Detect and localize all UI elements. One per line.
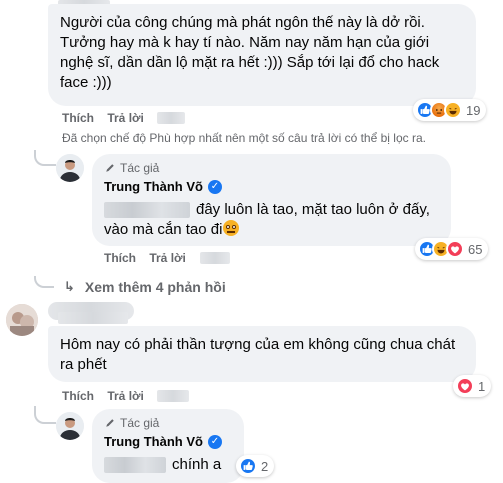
author-name-text[interactable]: Trung Thành Võ (104, 179, 203, 194)
reply-line-2: vào mà cắn tao đi (104, 221, 223, 238)
love-icon (446, 240, 464, 258)
reply-text: đây luôn là tao, mặt tao luôn ở đấy, vào… (104, 200, 444, 240)
comment-text: Hôm nay có phải thần tượng của em không … (60, 336, 456, 373)
see-more-replies-link[interactable]: ↳ Xem thêm 4 phản hồi (64, 279, 226, 295)
filter-notice: Đã chọn chế độ Phù hợp nhất nên một số c… (62, 131, 426, 145)
thread-line (34, 276, 54, 288)
love-icon (456, 377, 474, 395)
blurred-commenter-name (58, 312, 128, 324)
blurred-mention (104, 457, 166, 474)
reaction-summary-3[interactable]: 1 (453, 375, 492, 397)
reply-bubble-2: Tác giả Trung Thành Võ ✓ chính a (92, 409, 244, 483)
author-badge: Tác giả (104, 161, 159, 175)
reaction-count: 19 (466, 102, 481, 118)
author-name[interactable]: Trung Thành Võ ✓ (104, 179, 222, 194)
comment-actions-1: Thích Trả lời (62, 111, 154, 125)
verified-check-icon: ✓ (207, 179, 222, 194)
author-badge: Tác giả (104, 416, 159, 430)
grimace-emoji-icon (223, 220, 240, 236)
author-tag-label: Tác giả (120, 416, 160, 430)
pen-icon (106, 164, 114, 172)
reaction-summary-1[interactable]: 19 (413, 99, 487, 121)
reply-line: chính a (172, 456, 222, 473)
reaction-summary-4[interactable]: 2 (236, 455, 275, 477)
verified-check-icon: ✓ (207, 434, 222, 449)
reply-text: chính a (104, 455, 221, 475)
reaction-summary-2[interactable]: 65 (415, 238, 489, 260)
like-button[interactable]: Thích (62, 111, 94, 125)
comment-bubble-2: Hôm nay có phải thần tượng của em không … (48, 326, 476, 382)
reply-bubble-1: Tác giả Trung Thành Võ ✓ đây luôn là tao… (92, 154, 451, 246)
reaction-count: 1 (478, 378, 486, 394)
thread-line (34, 406, 56, 424)
reply-line-1: đây luôn là tao, mặt tao luôn ở đấy, (196, 201, 430, 218)
reply-button[interactable]: Trả lời (107, 111, 144, 125)
reaction-count: 2 (261, 458, 269, 474)
like-button[interactable]: Thích (62, 389, 94, 403)
blurred-timestamp (157, 390, 189, 402)
like-icon (239, 457, 257, 475)
comment-actions-2: Thích Trả lời (62, 389, 154, 403)
author-tag-label: Tác giả (120, 161, 160, 175)
reply-actions-1: Thích Trả lời (104, 251, 196, 265)
thread-line (34, 150, 56, 166)
author-name[interactable]: Trung Thành Võ ✓ (104, 434, 222, 449)
reply-arrow-icon: ↳ (64, 279, 75, 294)
avatar[interactable] (6, 304, 38, 336)
reply-button[interactable]: Trả lời (149, 251, 186, 265)
haha-icon (444, 101, 462, 119)
see-more-label[interactable]: Xem thêm 4 phản hồi (85, 279, 226, 295)
like-button[interactable]: Thích (104, 251, 136, 265)
comment-text: Người của công chúng mà phát ngôn thế nà… (60, 14, 440, 91)
pen-icon (106, 419, 114, 427)
reaction-count: 65 (468, 241, 483, 257)
author-name-text[interactable]: Trung Thành Võ (104, 434, 203, 449)
avatar[interactable] (56, 154, 84, 182)
blurred-timestamp (157, 112, 185, 124)
reply-button[interactable]: Trả lời (107, 389, 144, 403)
blurred-mention (104, 202, 190, 219)
avatar[interactable] (56, 412, 84, 440)
blurred-timestamp (200, 252, 230, 264)
comment-bubble-1: Người của công chúng mà phát ngôn thế nà… (48, 4, 476, 106)
